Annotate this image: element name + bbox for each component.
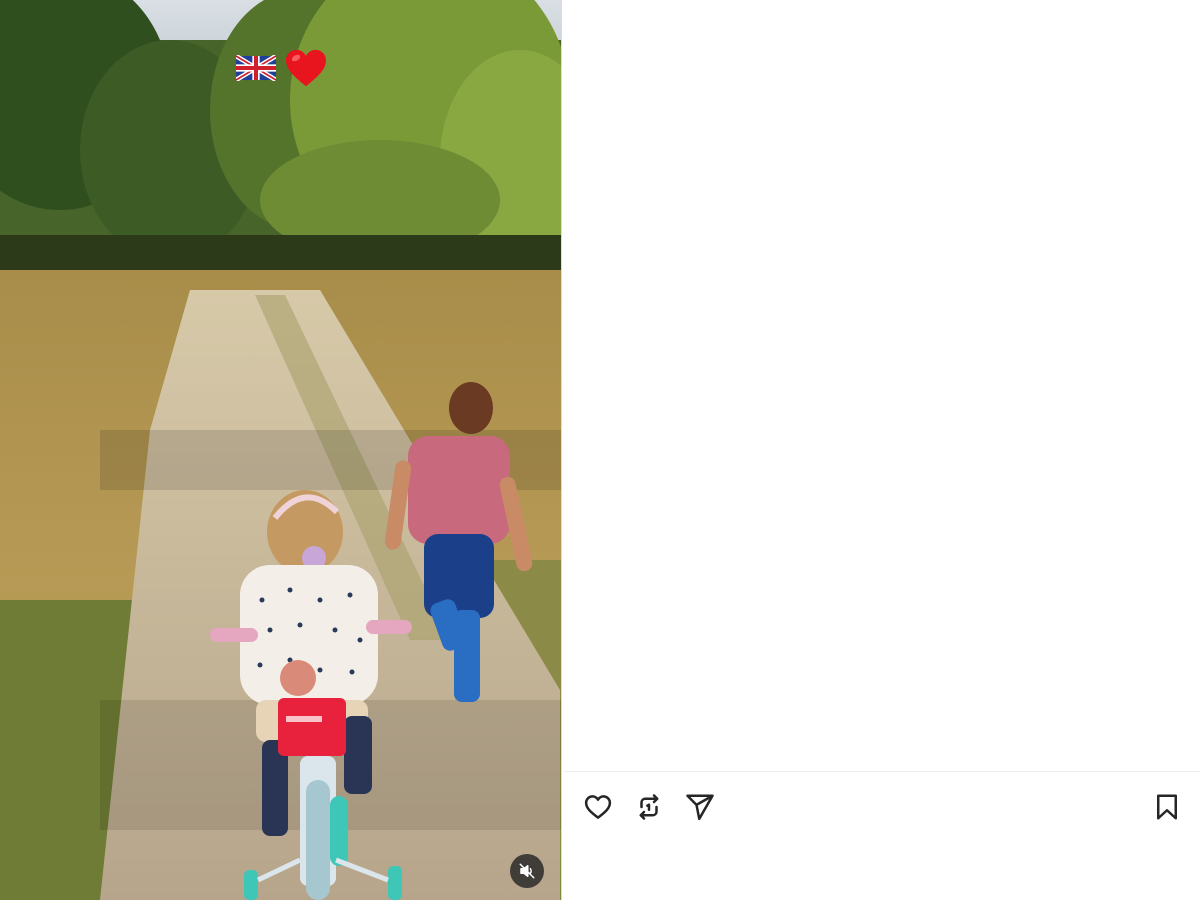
save-button[interactable] — [1150, 790, 1184, 824]
union-jack-flag-icon — [236, 55, 276, 81]
bookmark-outline-icon — [1157, 794, 1177, 820]
post-container — [0, 0, 1200, 900]
action-bar — [563, 772, 1200, 840]
repost-icon — [639, 794, 659, 820]
paper-plane-icon — [686, 794, 714, 821]
post-sidebar — [563, 0, 1200, 900]
video-frame — [0, 0, 561, 900]
mute-toggle-button[interactable] — [510, 854, 544, 888]
red-heart-icon — [286, 49, 326, 87]
like-button[interactable] — [581, 790, 615, 824]
emoji-sticker — [236, 48, 328, 88]
speaker-muted-icon — [519, 863, 535, 879]
repost-button[interactable] — [632, 790, 666, 824]
heart-outline-icon — [584, 795, 612, 819]
share-button[interactable] — [683, 790, 717, 824]
post-video[interactable] — [0, 0, 562, 900]
